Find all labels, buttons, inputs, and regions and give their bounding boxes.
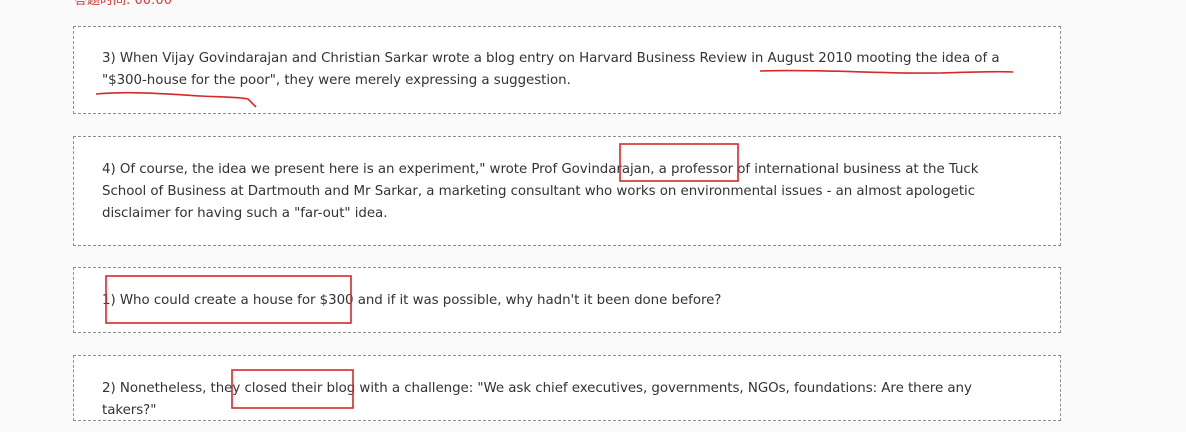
timer-label: 答题时间: 00:00 [74,0,172,8]
sentence-card-4[interactable]: 4) Of course, the idea we present here i… [73,136,1061,246]
sentence-text-1: 1) Who could create a house for $300 and… [102,293,722,308]
sentence-text-4: 4) Of course, the idea we present here i… [102,162,979,221]
sentence-card-1[interactable]: 1) Who could create a house for $300 and… [73,267,1061,333]
sentence-card-2[interactable]: 2) Nonetheless, they closed their blog w… [73,355,1061,421]
sentence-text-3: 3) When Vijay Govindarajan and Christian… [102,51,1000,88]
sentence-card-3[interactable]: 3) When Vijay Govindarajan and Christian… [73,26,1061,114]
page: 答题时间: 00:00 3) When Vijay Govindarajan a… [0,0,1186,432]
sentence-text-2: 2) Nonetheless, they closed their blog w… [102,381,972,418]
